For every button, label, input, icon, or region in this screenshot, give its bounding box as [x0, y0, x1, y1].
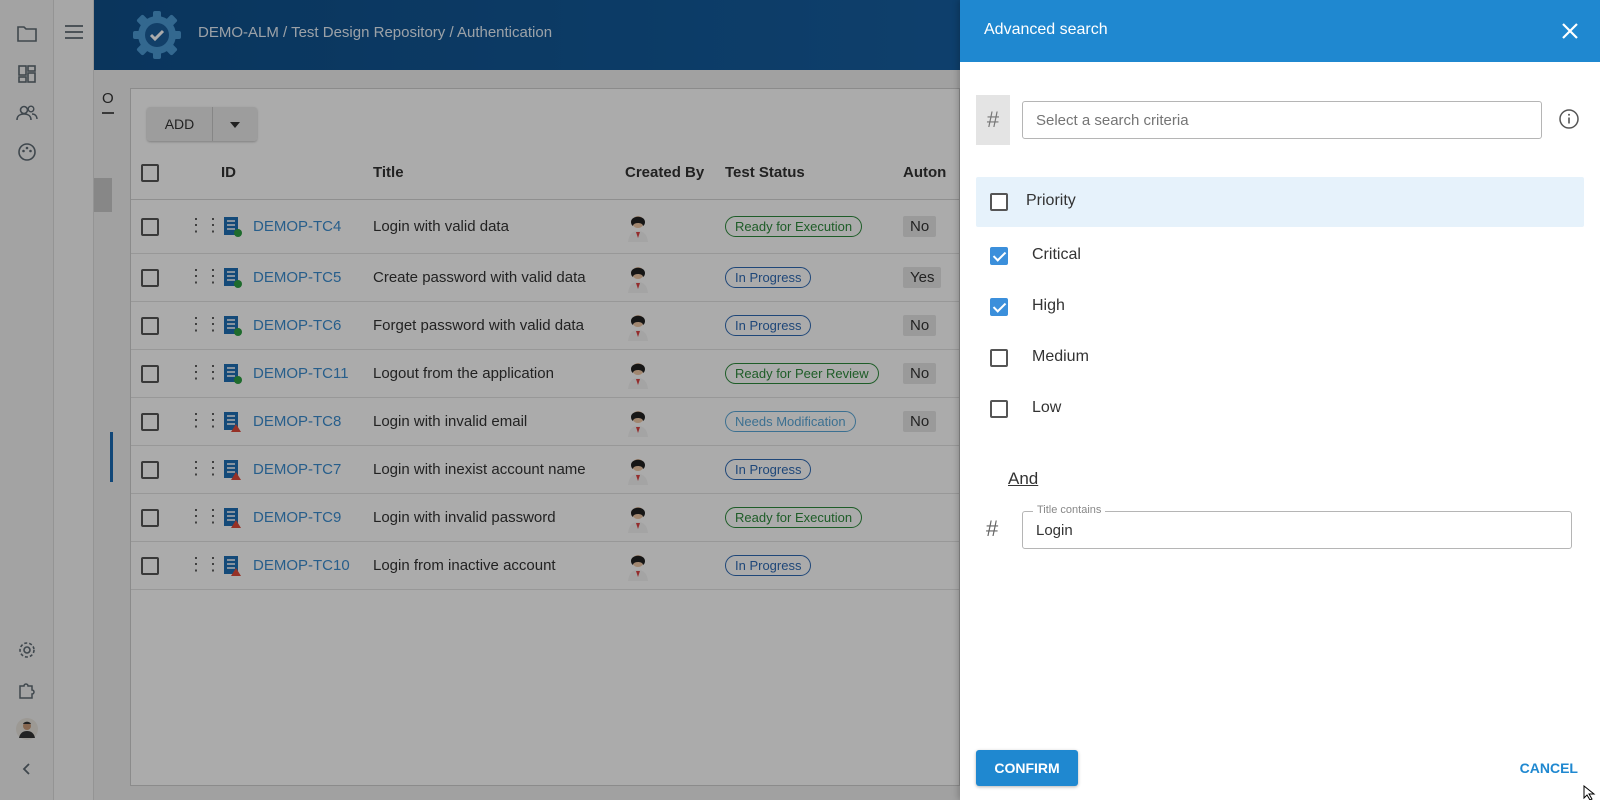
priority-option-label[interactable]: Low: [1032, 399, 1061, 417]
confirm-button[interactable]: CONFIRM: [976, 750, 1078, 786]
priority-option-checkbox[interactable]: [990, 298, 1008, 316]
drawer-header: Advanced search: [960, 0, 1600, 62]
priority-group-row[interactable]: Priority: [976, 177, 1584, 227]
close-icon[interactable]: [1556, 17, 1584, 45]
priority-option-label[interactable]: Critical: [1032, 246, 1081, 264]
search-criteria-input[interactable]: [1022, 101, 1542, 139]
priority-option-checkbox[interactable]: [990, 247, 1008, 265]
priority-checkbox[interactable]: [990, 193, 1008, 211]
and-operator-link[interactable]: And: [1008, 469, 1038, 489]
criteria-hash-button[interactable]: #: [976, 95, 1010, 145]
title-contains-value: Login: [1036, 522, 1073, 539]
priority-option-checkbox[interactable]: [990, 349, 1008, 367]
priority-option-label[interactable]: High: [1032, 297, 1065, 315]
drawer-title: Advanced search: [984, 21, 1108, 38]
modal-backdrop[interactable]: [0, 0, 960, 800]
title-contains-label: Title contains: [1033, 504, 1106, 516]
priority-option-checkbox[interactable]: [990, 400, 1008, 418]
info-icon[interactable]: [1558, 108, 1580, 130]
priority-label: Priority: [1026, 192, 1076, 209]
mouse-cursor-icon: [1583, 784, 1597, 800]
title-contains-field[interactable]: Title contains Login: [1022, 504, 1572, 549]
title-hash-icon: #: [986, 516, 999, 541]
priority-option-label[interactable]: Medium: [1032, 348, 1089, 366]
advanced-search-drawer: Advanced search # Priority Critical High M…: [960, 0, 1600, 800]
cancel-button[interactable]: CANCEL: [1520, 760, 1578, 776]
